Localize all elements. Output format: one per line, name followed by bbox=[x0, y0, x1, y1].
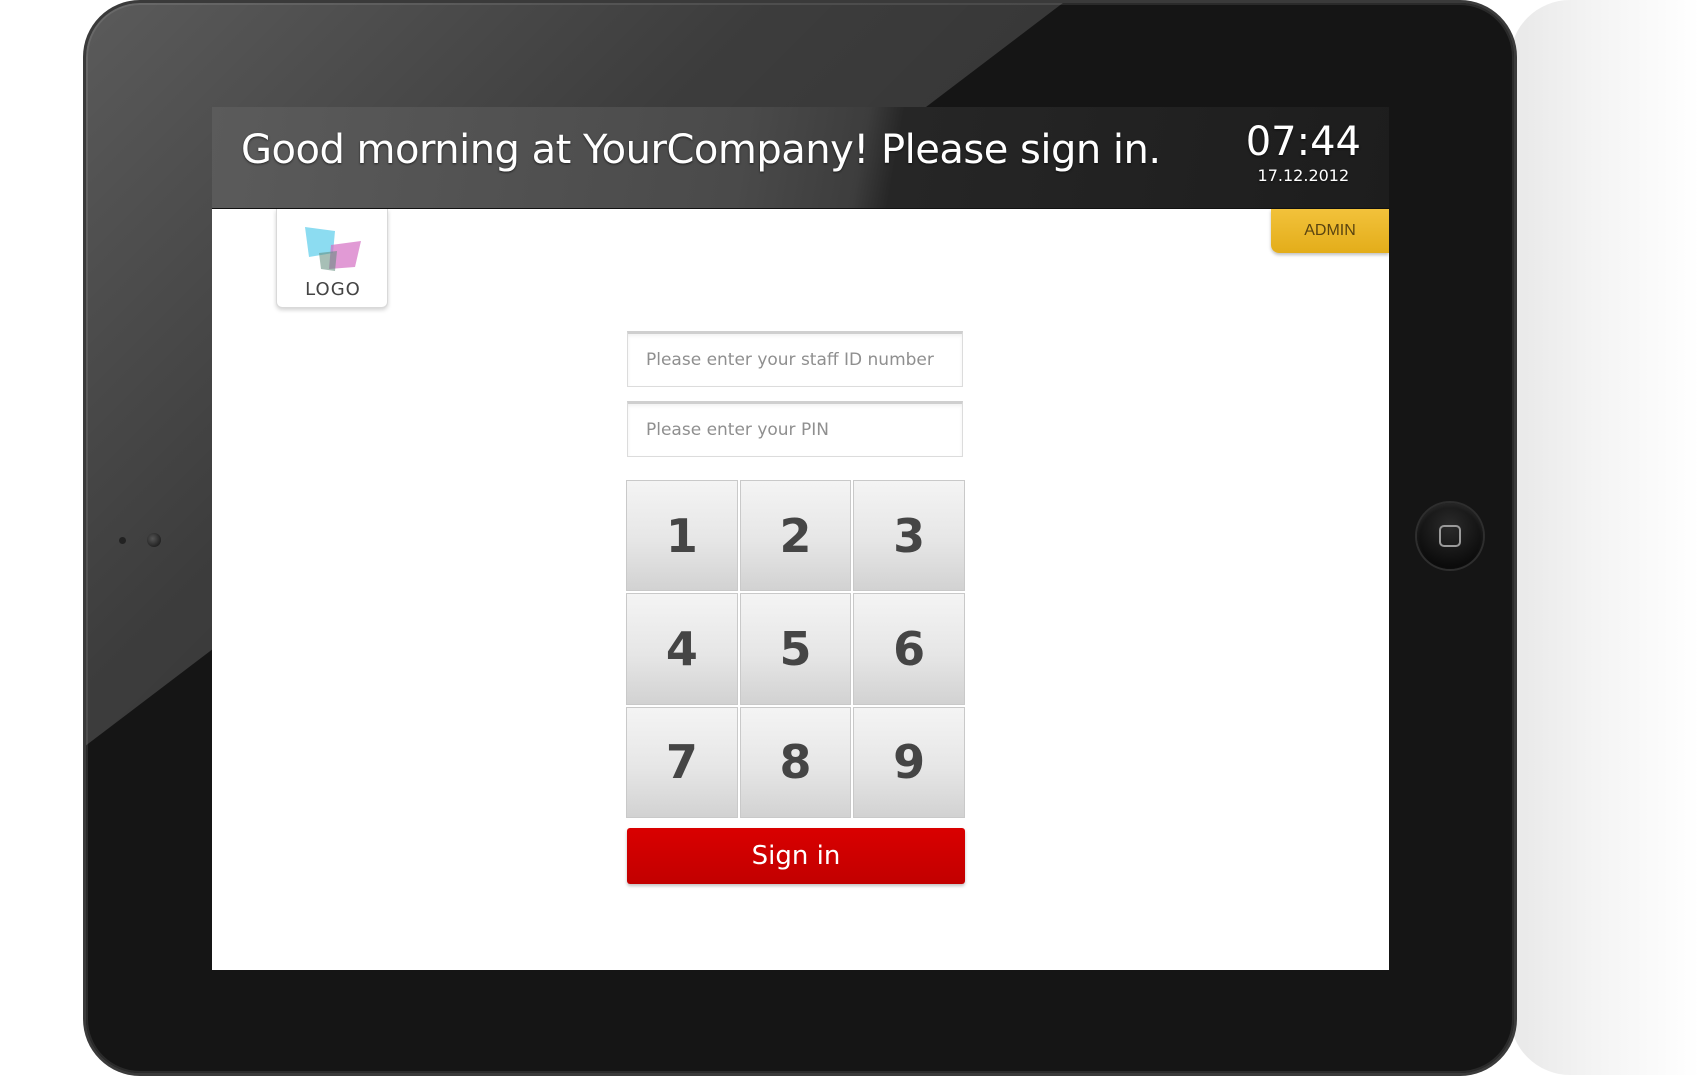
greeting-title: Good morning at YourCompany! Please sign… bbox=[241, 127, 1161, 173]
admin-button[interactable]: ADMIN bbox=[1271, 209, 1389, 253]
key-5[interactable]: 5 bbox=[739, 593, 852, 705]
key-3[interactable]: 3 bbox=[853, 480, 965, 592]
key-9[interactable]: 9 bbox=[853, 706, 965, 818]
app-screen: Good morning at YourCompany! Please sign… bbox=[212, 107, 1389, 970]
staff-id-input[interactable] bbox=[627, 331, 963, 387]
pin-input[interactable] bbox=[627, 401, 963, 457]
header-bar: Good morning at YourCompany! Please sign… bbox=[212, 107, 1389, 209]
logo-text: LOGO bbox=[305, 279, 361, 300]
tablet-side-shadow bbox=[1510, 0, 1700, 1075]
numeric-keypad: 1 2 3 4 5 6 7 8 9 bbox=[626, 480, 965, 818]
key-4[interactable]: 4 bbox=[626, 593, 738, 705]
key-6[interactable]: 6 bbox=[853, 593, 965, 705]
camera-icon bbox=[147, 533, 161, 547]
home-button[interactable] bbox=[1417, 503, 1483, 569]
company-logo: LOGO bbox=[276, 209, 388, 308]
sign-in-button[interactable]: Sign in bbox=[627, 828, 965, 884]
clock-time: 07:44 bbox=[1245, 119, 1361, 165]
clock: 07:44 17.12.2012 bbox=[1246, 119, 1361, 187]
key-2[interactable]: 2 bbox=[739, 480, 852, 592]
clock-date: 17.12.2012 bbox=[1257, 166, 1350, 185]
key-7[interactable]: 7 bbox=[626, 706, 738, 818]
logo-icon bbox=[305, 227, 361, 271]
home-square-icon bbox=[1439, 525, 1461, 547]
key-8[interactable]: 8 bbox=[739, 706, 852, 818]
key-1[interactable]: 1 bbox=[626, 480, 738, 592]
sensor-icon bbox=[119, 537, 126, 544]
